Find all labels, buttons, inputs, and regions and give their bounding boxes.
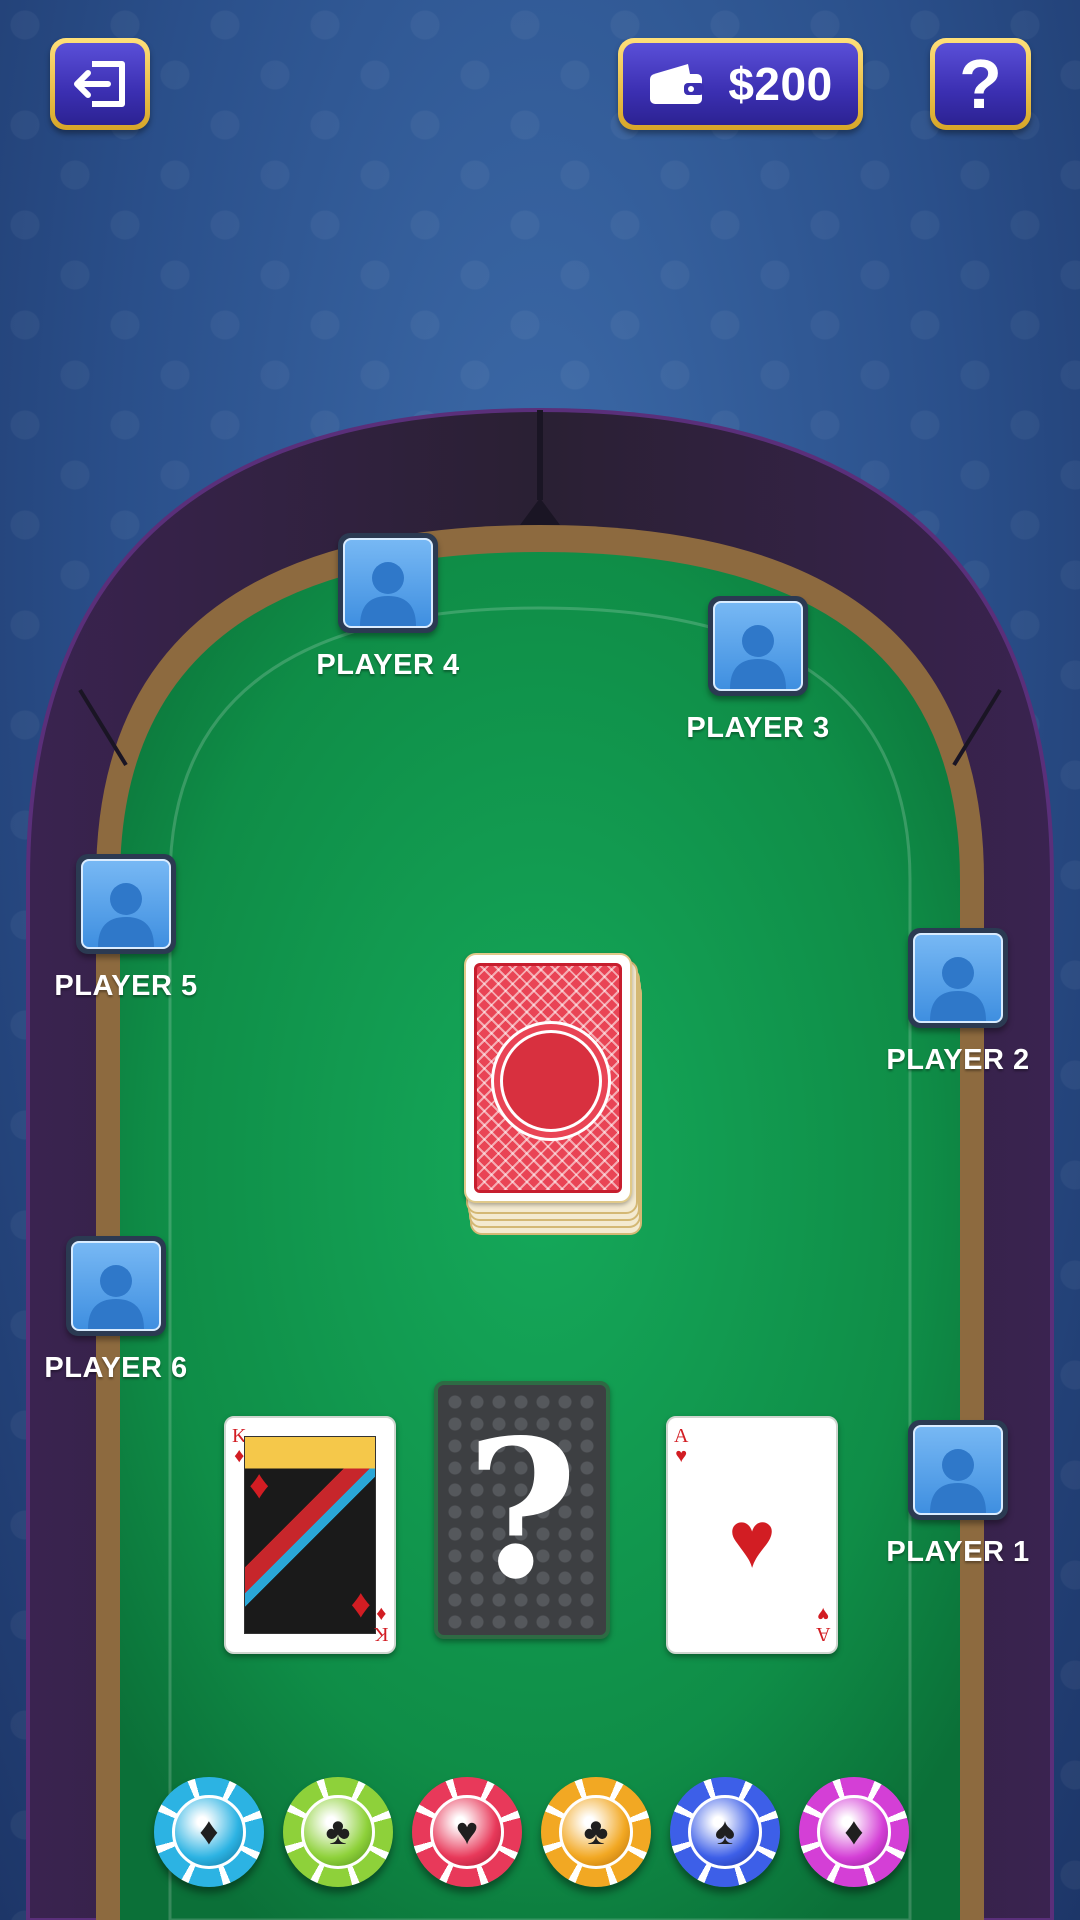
exit-icon	[74, 61, 125, 107]
chip-magenta-diamond[interactable]: ♦	[799, 1777, 909, 1887]
wallet-amount: $200	[728, 58, 833, 110]
chip-suit-icon: ♥	[430, 1795, 504, 1869]
player-seat-4[interactable]: PLAYER 4	[288, 533, 488, 682]
king-illustration: ♦ ♦	[244, 1436, 376, 1634]
help-button[interactable]: ?	[930, 38, 1031, 130]
hidden-card[interactable]: ?	[434, 1381, 610, 1639]
chip-suit-icon: ♦	[172, 1795, 246, 1869]
avatar[interactable]	[338, 533, 438, 633]
deck-top-card[interactable]	[464, 953, 632, 1203]
question-mark-icon: ?	[466, 1398, 578, 1621]
wallet-icon	[650, 64, 705, 104]
chip-suit-icon: ♦	[817, 1795, 891, 1869]
chip-suit-icon: ♣	[559, 1795, 633, 1869]
chip-green-club[interactable]: ♣	[283, 1777, 393, 1887]
user-icon	[360, 562, 416, 626]
help-icon: ?	[959, 45, 1002, 123]
user-icon	[730, 625, 786, 689]
chip-blue-spade[interactable]: ♠	[670, 1777, 780, 1887]
player-name: PLAYER 6	[44, 1352, 188, 1384]
player-seat-6[interactable]: PLAYER 6	[16, 1236, 216, 1385]
user-icon	[930, 957, 986, 1021]
player-name: PLAYER 5	[54, 970, 198, 1002]
card-corner: K ♦	[373, 1603, 388, 1645]
chip-suit-icon: ♣	[301, 1795, 375, 1869]
card-ace-of-hearts[interactable]: A ♥ ♥ A ♥	[666, 1416, 838, 1654]
player-name: PLAYER 2	[886, 1044, 1030, 1076]
user-icon	[930, 1449, 986, 1513]
wallet-button[interactable]: $200	[618, 38, 863, 130]
chip-orange-club[interactable]: ♣	[541, 1777, 651, 1887]
avatar[interactable]	[66, 1236, 166, 1336]
user-icon	[98, 883, 154, 947]
card-king-of-diamonds[interactable]: K ♦ ♦ ♦ K ♦	[224, 1416, 396, 1654]
card-deck[interactable]	[464, 953, 642, 1235]
card-corner: A ♥	[674, 1425, 689, 1467]
chip-suit-icon: ♠	[688, 1795, 762, 1869]
user-icon	[88, 1265, 144, 1329]
player-seat-2[interactable]: PLAYER 2	[858, 928, 1058, 1077]
card-corner: A ♥	[815, 1603, 830, 1645]
avatar[interactable]	[76, 854, 176, 954]
player-seat-5[interactable]: PLAYER 5	[26, 854, 226, 1003]
player-name: PLAYER 1	[886, 1536, 1030, 1568]
heart-icon: ♥	[728, 1495, 776, 1584]
avatar[interactable]	[708, 596, 808, 696]
player-name: PLAYER 4	[316, 649, 460, 681]
exit-button[interactable]	[50, 38, 150, 130]
chip-cyan-diamond[interactable]: ♦	[154, 1777, 264, 1887]
player-name: PLAYER 3	[686, 712, 830, 744]
card-back-pattern	[474, 963, 622, 1193]
avatar[interactable]	[908, 1420, 1008, 1520]
player-seat-3[interactable]: PLAYER 3	[658, 596, 858, 745]
player-seat-1[interactable]: PLAYER 1	[858, 1420, 1058, 1569]
chip-red-heart[interactable]: ♥	[412, 1777, 522, 1887]
avatar[interactable]	[908, 928, 1008, 1028]
